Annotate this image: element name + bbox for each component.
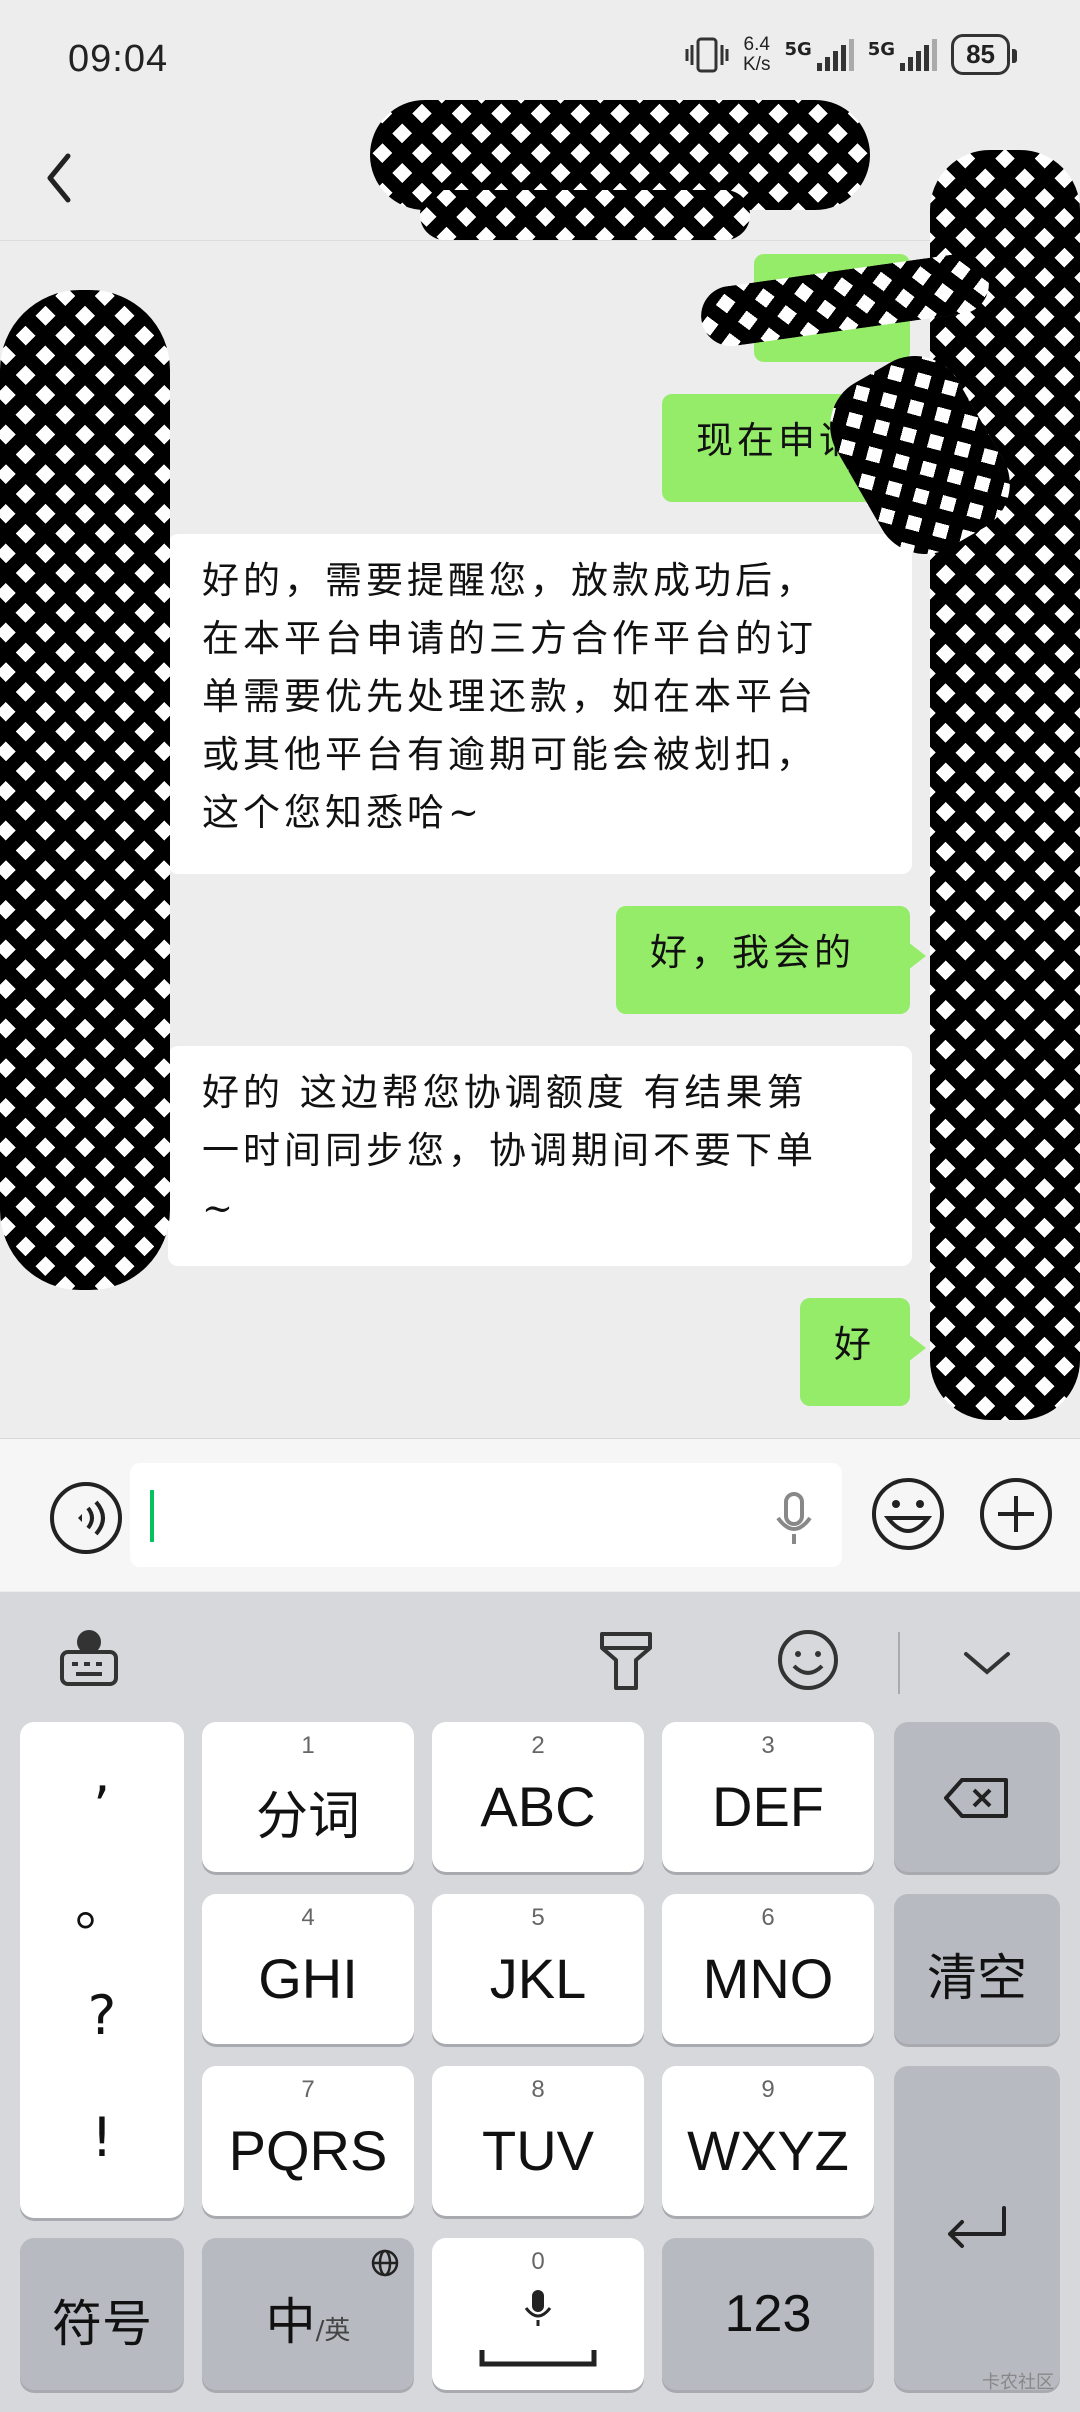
- toolbar-divider: [898, 1632, 900, 1694]
- text-cursor: [150, 1490, 154, 1542]
- status-time: 09:04: [68, 38, 169, 80]
- key-8[interactable]: 8 TUV: [432, 2066, 644, 2216]
- keyboard-skin-icon[interactable]: [596, 1628, 656, 1694]
- battery-icon: 85: [951, 34, 1017, 75]
- globe-icon: [371, 2249, 399, 2277]
- keyboard: , 。 ? ! 1 分词 2 ABC 3 DEF 4 GHI 5 JKL 6 MNO 7 PQ…: [0, 1592, 1080, 2412]
- enter-key[interactable]: [894, 2066, 1060, 2390]
- language-switch-key[interactable]: 中/英: [202, 2238, 414, 2390]
- space-bar-icon: [479, 2350, 597, 2367]
- key-9[interactable]: 9 WXYZ: [662, 2066, 874, 2216]
- space-key[interactable]: 0: [432, 2238, 644, 2390]
- net-speed: 6.4 K/s: [743, 33, 771, 75]
- signal-sim2-icon: 5G: [868, 38, 938, 71]
- clear-key[interactable]: 清空: [894, 1894, 1060, 2044]
- key-2[interactable]: 2 ABC: [432, 1722, 644, 1872]
- key-3[interactable]: 3 DEF: [662, 1722, 874, 1872]
- back-arrow-icon[interactable]: [40, 148, 80, 208]
- keyboard-emoji-icon[interactable]: [776, 1628, 840, 1692]
- key-6[interactable]: 6 MNO: [662, 1894, 874, 2044]
- avatar-redaction-right: [930, 150, 1080, 1420]
- header-divider: [0, 240, 1080, 241]
- backspace-icon: [944, 1778, 1008, 1818]
- watermark: 卡农社区: [982, 2372, 1054, 2393]
- avatar-redaction-left: [0, 290, 170, 1290]
- vibrate-icon: [685, 37, 729, 72]
- message-bubble-out[interactable]: 好，我会的: [616, 906, 926, 1014]
- hide-keyboard-icon[interactable]: [962, 1648, 1012, 1678]
- key-7[interactable]: 7 PQRS: [202, 2066, 414, 2216]
- keyboard-settings-icon[interactable]: [56, 1624, 122, 1690]
- voice-mode-icon[interactable]: [28, 1478, 138, 1558]
- message-bubble-in[interactable]: 好的 这边帮您协调额度 有结果第 一时间同步您，协调期间不要下单 ~: [152, 1046, 912, 1266]
- message-bubble-out[interactable]: 好: [800, 1298, 926, 1406]
- key-1[interactable]: 1 分词: [202, 1722, 414, 1872]
- symbol-key[interactable]: 符号: [20, 2238, 184, 2390]
- number-mode-key[interactable]: 123: [662, 2238, 874, 2390]
- message-input[interactable]: [130, 1463, 842, 1567]
- key-4[interactable]: 4 GHI: [202, 1894, 414, 2044]
- message-bubble-in[interactable]: 好的，需要提醒您，放款成功后， 在本平台申请的三方合作平台的订 单需要优先处理还…: [152, 534, 912, 874]
- title-redaction-2: [420, 190, 750, 240]
- signal-sim1-icon: 5G: [784, 38, 854, 71]
- plus-icon[interactable]: [978, 1476, 1054, 1552]
- microphone-icon: [524, 2290, 552, 2326]
- status-icons: 6.4 K/s 5G 5G 85: [685, 33, 1017, 75]
- emoji-icon[interactable]: [870, 1476, 946, 1552]
- enter-icon: [948, 2206, 1006, 2248]
- backspace-key[interactable]: [894, 1722, 1060, 1872]
- punctuation-key[interactable]: , 。 ? !: [20, 1722, 184, 2218]
- key-5[interactable]: 5 JKL: [432, 1894, 644, 2044]
- microphone-icon[interactable]: [772, 1490, 816, 1548]
